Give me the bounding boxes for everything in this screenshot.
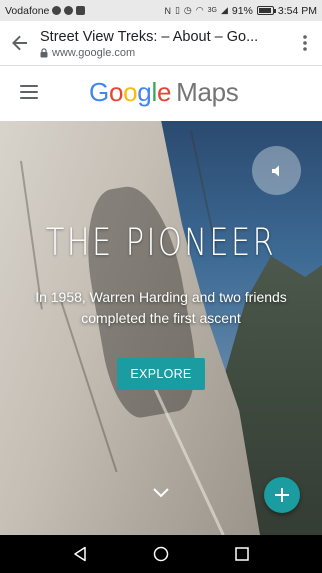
hero-title: THE PIONEER (45, 221, 277, 264)
plus-icon (275, 488, 289, 502)
arrow-left-icon (12, 35, 27, 51)
status-right: N ▯ ◷ ◠ 3G ◢ 91% 3:54 PM (164, 5, 317, 17)
clock: 3:54 PM (277, 4, 317, 17)
sound-toggle-button[interactable] (252, 146, 301, 195)
square-recents-icon (234, 547, 249, 561)
system-recents-button[interactable] (227, 539, 257, 569)
browser-toolbar: Street View Treks: – About – Go... www.g… (0, 21, 322, 66)
notification-icon (52, 6, 62, 15)
browser-menu-button[interactable] (288, 21, 322, 66)
hamburger-menu-icon[interactable] (20, 85, 38, 99)
explore-button[interactable]: EXPLORE (117, 358, 205, 390)
chevron-down-icon[interactable] (152, 487, 170, 499)
lock-icon (40, 47, 48, 57)
messenger-icon (64, 6, 74, 15)
status-left: Vodafone (5, 5, 164, 17)
logo-letter: G (89, 77, 109, 107)
logo-letter: e (156, 77, 172, 107)
system-back-button[interactable] (65, 539, 95, 569)
vibrate-icon: ▯ (174, 5, 180, 15)
battery-fill (258, 8, 271, 13)
maps-wordmark: Maps (176, 77, 239, 107)
speaker-icon (271, 165, 279, 176)
more-vert-icon (303, 35, 307, 51)
browser-back-button[interactable] (0, 21, 40, 66)
hero-section: THE PIONEER In 1958, Warren Harding and … (0, 121, 322, 535)
google-maps-logo[interactable]: Google Maps (89, 77, 239, 108)
wifi-icon: ◠ (195, 5, 204, 15)
battery-percent: 91% (231, 4, 253, 17)
triangle-back-icon (74, 546, 87, 562)
carrier-name: Vodafone (5, 4, 50, 17)
maps-header: Google Maps (0, 66, 322, 121)
logo-letter: g (137, 77, 152, 107)
add-fab-button[interactable] (264, 477, 300, 513)
url-text: www.google.com (52, 46, 136, 59)
status-bar: Vodafone N ▯ ◷ ◠ 3G ◢ 91% 3:54 PM (0, 0, 322, 21)
signal-icon: ◢ (220, 5, 228, 15)
gmail-icon (76, 6, 86, 15)
system-home-button[interactable] (146, 539, 176, 569)
url-block[interactable]: Street View Treks: – About – Go... www.g… (40, 28, 288, 59)
page-url-row: www.google.com (40, 47, 288, 59)
alarm-icon: ◷ (183, 5, 192, 15)
page-title: Street View Treks: – About – Go... (40, 28, 259, 45)
google-wordmark: Google (89, 77, 171, 107)
network-type-label: 3G (207, 7, 217, 14)
system-nav-bar (0, 535, 322, 573)
nfc-icon: N (164, 5, 171, 16)
hero-subtitle: In 1958, Warren Harding and two friends … (35, 289, 287, 326)
battery-icon (256, 6, 276, 15)
logo-letter: o (123, 77, 138, 107)
logo-letter: o (108, 77, 124, 107)
circle-home-icon (153, 546, 169, 562)
